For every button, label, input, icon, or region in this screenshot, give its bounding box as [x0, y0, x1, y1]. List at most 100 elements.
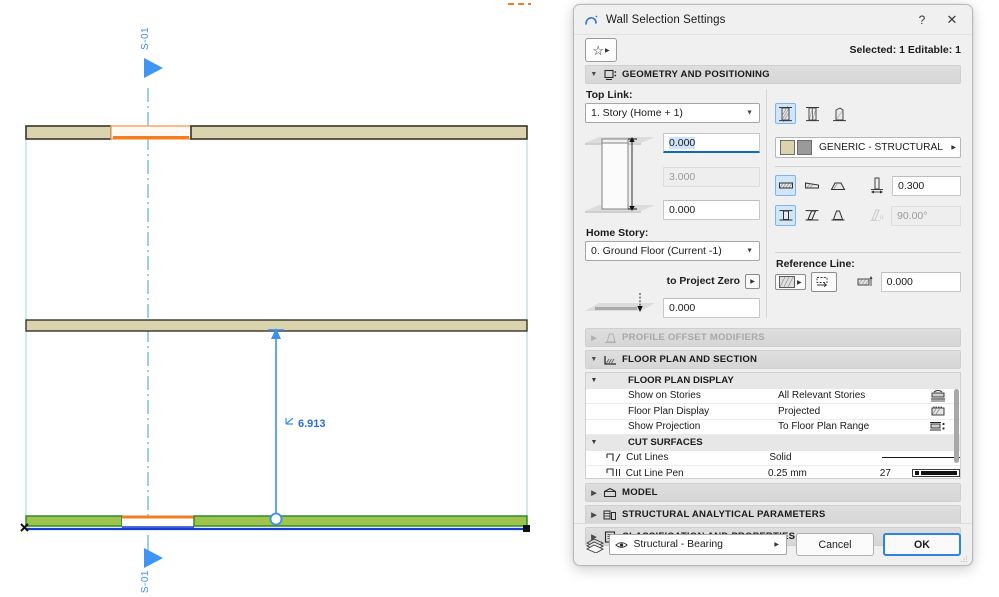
- list-group-floor-plan-display[interactable]: ▼ FLOOR PLAN DISPLAY: [586, 373, 960, 389]
- section-floor-plan-and-section[interactable]: ▼ FLOOR PLAN AND SECTION: [585, 350, 961, 369]
- ok-button[interactable]: OK: [883, 533, 961, 556]
- section-structural-label: STRUCTURAL ANALYTICAL PARAMETERS: [622, 509, 826, 520]
- section-model[interactable]: ▶ MODEL: [585, 483, 961, 502]
- slant-row: α 90.00°: [775, 205, 961, 226]
- section-floor-plan-label: FLOOR PLAN AND SECTION: [622, 354, 758, 365]
- line-style-preview: [882, 457, 960, 459]
- row-value: Projected: [778, 405, 821, 417]
- floor-plan-property-list[interactable]: ▼ FLOOR PLAN DISPLAY Show on Stories All…: [585, 372, 961, 479]
- slanted-wall-icon[interactable]: [801, 205, 822, 226]
- profile-offset-icon: [602, 332, 618, 344]
- reference-line-row: ▶ 0.000: [775, 272, 961, 292]
- project-zero-preview: [585, 291, 663, 318]
- wall-height-input[interactable]: 3.000: [663, 166, 760, 187]
- favorites-button[interactable]: ☆ ▶: [585, 38, 617, 62]
- layers-icon[interactable]: [585, 537, 605, 553]
- reference-line-position-button[interactable]: ▶: [775, 274, 806, 290]
- wall-top: [25, 125, 528, 140]
- dialog-titlebar[interactable]: Wall Selection Settings ? ✕: [574, 5, 972, 35]
- vertical-wall-icon[interactable]: [775, 205, 796, 226]
- slant-angle-icon: α: [866, 205, 887, 226]
- help-button[interactable]: ?: [907, 8, 937, 32]
- projection-range-icon: [896, 420, 960, 433]
- star-icon: ☆: [592, 42, 605, 58]
- chevron-right-icon: ▶: [591, 511, 597, 519]
- model-icon: [602, 487, 618, 499]
- chevron-down-icon: ▼: [590, 439, 598, 447]
- row-pen-number: 27: [879, 467, 891, 479]
- top-offset-input[interactable]: 0.000: [663, 133, 760, 153]
- row-name: Cut Lines: [626, 452, 669, 464]
- chevron-down-icon: ▼: [746, 109, 753, 117]
- row-name: Show on Stories: [628, 390, 701, 402]
- chevron-right-icon: ▶: [591, 334, 597, 342]
- thickness-input[interactable]: 0.300: [892, 175, 961, 196]
- section-structural-analytical-parameters[interactable]: ▶ STRUCTURAL ANALYTICAL PARAMETERS: [585, 505, 961, 524]
- complex-profile-wall-icon[interactable]: [829, 103, 850, 124]
- chevron-down-icon: ▼: [746, 247, 753, 255]
- chevron-right-icon: ▶: [797, 279, 802, 286]
- project-zero-popup-button[interactable]: ▶: [745, 274, 760, 289]
- section-geometry-and-positioning[interactable]: ▼ GEOMETRY AND POSITIONING: [585, 65, 961, 84]
- base-offset-input[interactable]: 0.000: [663, 200, 760, 220]
- material-name: GENERIC - STRUCTURAL: [819, 142, 943, 153]
- section-label-bottom: S-01: [140, 570, 151, 593]
- trapezoid-wall-icon[interactable]: [801, 175, 822, 196]
- table-row[interactable]: Floor Plan Display Projected: [586, 404, 960, 420]
- table-row[interactable]: Cut Line Pen 0.25 mm 27: [586, 466, 960, 479]
- composite-wall-icon[interactable]: [802, 103, 823, 124]
- project-zero-label: to Project Zero: [666, 276, 740, 287]
- chevron-right-icon: ▶: [774, 542, 779, 548]
- cancel-button[interactable]: Cancel: [796, 533, 874, 556]
- wall-tool-icon: [583, 12, 599, 28]
- base-offset-value: 0.000: [669, 204, 696, 216]
- home-story-dropdown[interactable]: 0. Ground Floor (Current -1) ▼: [585, 241, 760, 261]
- table-row[interactable]: Show Projection To Floor Plan Range: [586, 419, 960, 435]
- dialog-footer: Structural - Bearing ▶ Cancel OK: [574, 523, 972, 565]
- dimension-value-label: 6.913: [298, 418, 326, 430]
- section-model-label: MODEL: [622, 487, 658, 498]
- close-button[interactable]: ✕: [937, 8, 967, 32]
- polygon-wall-icon[interactable]: [827, 175, 848, 196]
- slant-angle-input[interactable]: 90.00°: [891, 205, 961, 226]
- flip-reference-line-button[interactable]: [810, 272, 837, 292]
- svg-text:α: α: [880, 213, 884, 221]
- double-slanted-wall-icon[interactable]: [827, 205, 848, 226]
- list-group-cut-surfaces[interactable]: ▼ CUT SURFACES: [586, 435, 960, 451]
- chevron-down-icon: ▼: [590, 377, 598, 385]
- reference-line-offset-input[interactable]: 0.000: [880, 272, 961, 292]
- reference-line-offset-value: 0.000: [886, 276, 913, 288]
- section-profile-offset-modifiers[interactable]: ▶ PROFILE OFFSET MODIFIERS: [585, 328, 961, 347]
- layer-dropdown[interactable]: Structural - Bearing ▶: [609, 534, 787, 555]
- table-row[interactable]: Cut Lines Solid: [586, 450, 960, 466]
- top-link-dropdown[interactable]: 1. Story (Home + 1) ▼: [585, 103, 760, 123]
- group-label: CUT SURFACES: [628, 437, 703, 449]
- basic-wall-icon[interactable]: [775, 103, 796, 124]
- floor-plan-section-icon: [602, 354, 618, 366]
- structural-analysis-icon: [602, 509, 618, 521]
- row-name: Floor Plan Display: [628, 405, 710, 417]
- straight-wall-icon[interactable]: [775, 175, 796, 196]
- row-value: To Floor Plan Range: [778, 421, 870, 433]
- chevron-down-icon: ▼: [590, 356, 598, 363]
- material-selector[interactable]: GENERIC - STRUCTURAL ▶: [775, 137, 961, 158]
- table-row[interactable]: Show on Stories All Relevant Stories: [586, 388, 960, 404]
- resize-grip-icon[interactable]: [960, 554, 968, 563]
- favorites-bar: ☆ ▶ Selected: 1 Editable: 1: [574, 35, 972, 65]
- cut-line-pen-icon: [601, 467, 626, 478]
- row-name: Cut Line Pen: [625, 467, 684, 479]
- geometry-right-column: GENERIC - STRUCTURAL ▶ 0.300 α 90.00° Re…: [775, 87, 961, 318]
- list-scrollbar-thumb[interactable]: [954, 389, 959, 463]
- project-zero-input[interactable]: 0.000: [663, 298, 760, 318]
- thickness-icon: [866, 177, 888, 194]
- projected-icon: [896, 405, 960, 418]
- chevron-down-icon: ▼: [590, 71, 598, 78]
- chevron-right-icon: ▶: [951, 145, 956, 151]
- material-swatch-surface-icon: [797, 140, 812, 155]
- wall-selection-settings-dialog[interactable]: Wall Selection Settings ? ✕ ☆ ▶ Selected…: [573, 4, 973, 566]
- wall-elevation-preview: [585, 131, 663, 222]
- top-offset-value: 0.000: [669, 136, 696, 149]
- chevron-right-icon: ▶: [605, 47, 610, 54]
- panel-divider: [766, 89, 767, 318]
- home-story-label: Home Story:: [586, 227, 649, 239]
